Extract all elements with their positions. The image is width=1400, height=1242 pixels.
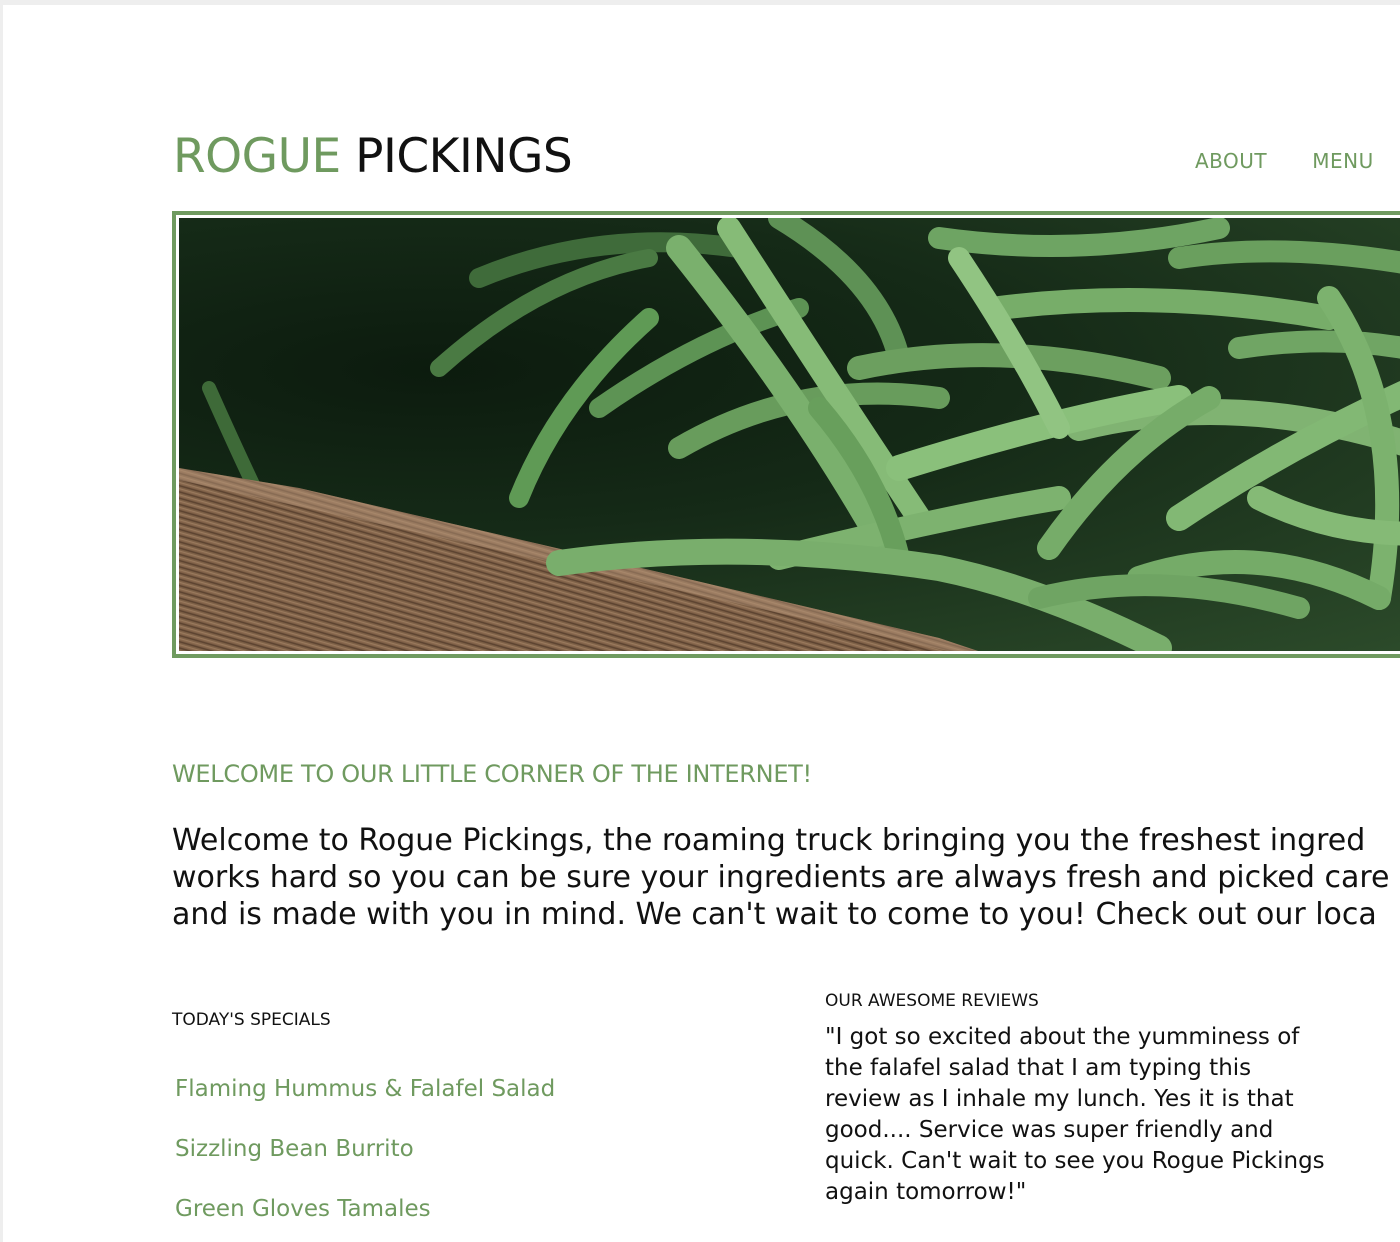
green-beans-illustration (179, 218, 1400, 651)
welcome-line: Welcome to Rogue Pickings, the roaming t… (172, 823, 1366, 858)
logo-word-pickings: PICKINGS (355, 129, 573, 184)
main-nav: ABOUT MENU (1195, 149, 1400, 173)
hero-banner (172, 211, 1400, 658)
welcome-line: and is made with you in mind. We can't w… (172, 897, 1377, 932)
special-item[interactable]: Sizzling Bean Burrito (175, 1133, 555, 1193)
specials-heading: TODAY'S SPECIALS (172, 1010, 331, 1030)
welcome-line: works hard so you can be sure your ingre… (172, 860, 1390, 895)
site-logo[interactable]: ROGUE PICKINGS (173, 127, 573, 187)
nav-about-link[interactable]: ABOUT (1195, 149, 1267, 173)
welcome-heading: WELCOME TO OUR LITTLE CORNER OF THE INTE… (172, 760, 812, 788)
special-item[interactable]: Green Gloves Tamales (175, 1193, 555, 1242)
reviews-heading: OUR AWESOME REVIEWS (825, 991, 1039, 1011)
page: ROGUE PICKINGS ABOUT MENU WELCOME TO OUR… (0, 0, 1400, 1242)
specials-list: Flaming Hummus & Falafel Salad Sizzling … (175, 1073, 555, 1242)
welcome-paragraph: Welcome to Rogue Pickings, the roaming t… (172, 822, 1400, 933)
review-quote: "I got so excited about the yumminess of… (825, 1024, 1325, 1205)
green-beans-photo (179, 218, 1400, 651)
logo-word-rogue: ROGUE (173, 129, 341, 184)
nav-menu-link[interactable]: MENU (1312, 149, 1374, 173)
special-item[interactable]: Flaming Hummus & Falafel Salad (175, 1073, 555, 1133)
